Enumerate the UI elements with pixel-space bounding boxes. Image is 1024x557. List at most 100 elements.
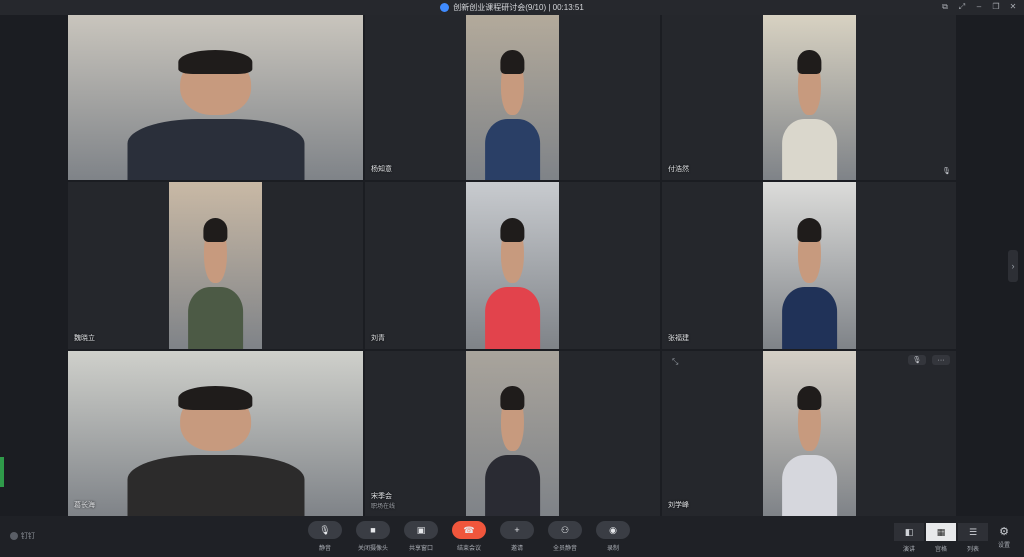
participant-name: 刘青 (371, 335, 385, 342)
participant-name: 魏晓立 (74, 335, 95, 342)
next-page-arrow-icon[interactable]: › (1008, 250, 1018, 282)
mic-icon[interactable]: 🎙 (908, 355, 926, 365)
camera-off-label: 关闭摄像头 (357, 546, 388, 552)
video-tile-1[interactable] (68, 15, 363, 180)
video-tile-4[interactable]: 魏晓立 (68, 182, 363, 349)
participant-figure (484, 381, 541, 516)
share-window-label: 共享窗口 (408, 546, 433, 552)
settings-button[interactable]: ⚙ 设置 (992, 525, 1016, 549)
mic-icon: 🎙 (308, 521, 342, 539)
video-tile-3[interactable]: 付浩然 🎙 (662, 15, 956, 180)
brand: 钉钉 (10, 531, 35, 541)
speaker-view-icon: ◧ (894, 523, 924, 541)
list-view-icon: ☰ (958, 523, 988, 541)
participant-torso (187, 287, 244, 349)
participant-torso (127, 119, 304, 180)
meeting-toolbar: 钉钉 🎙 静音 ■ 关闭摄像头 ▣ 共享窗口 ☎ 结束会议 + 邀请 ⚇ 全员静… (0, 516, 1024, 557)
video-grid: 杨知意 付浩然 🎙 魏晓立 刘青 张福建 葛长海 宋季会 职场在线 ⤡ 🎙 ··… (68, 15, 956, 516)
end-meeting-button[interactable]: ☎ 结束会议 (452, 521, 486, 552)
expand-icon[interactable]: ⤡ (672, 357, 678, 367)
settings-label: 设置 (997, 543, 1010, 549)
participant-figure (127, 381, 304, 516)
fullscreen-icon[interactable]: ⤢ (957, 2, 967, 12)
gear-icon: ⚙ (999, 526, 1009, 538)
meeting-title: 创新创业课程研讨会(9/10) | 00:13:51 (453, 3, 584, 12)
mute-all-label: 全员静音 (552, 546, 577, 552)
participant-hair (797, 217, 822, 243)
grid-view-button[interactable]: ▦ 宫格 (926, 523, 956, 553)
more-icon[interactable]: ··· (932, 355, 950, 365)
video-tile-5[interactable]: 刘青 (365, 182, 660, 349)
participant-video (68, 351, 363, 516)
participant-hair (500, 50, 525, 75)
pin-icon[interactable]: ⧉ (940, 2, 950, 12)
mute-all-icon: ⚇ (548, 521, 582, 539)
participant-name: 杨知意 (371, 166, 392, 173)
participant-torso (484, 287, 541, 349)
record-label: 录制 (606, 546, 619, 552)
participant-hair (203, 217, 228, 243)
participant-hair (797, 386, 822, 411)
mute-label: 静音 (318, 546, 331, 552)
brand-label: 钉钉 (21, 533, 35, 540)
participant-video (169, 182, 262, 349)
video-tile-8[interactable]: 宋季会 职场在线 (365, 351, 660, 516)
participant-hair (797, 50, 822, 75)
title-bar: 创新创业课程研讨会(9/10) | 00:13:51 ⧉ ⤢ – ❐ ✕ (0, 0, 1024, 15)
participant-torso (127, 455, 304, 516)
record-button[interactable]: ◉ 录制 (596, 521, 630, 552)
tile-tools: 🎙 ··· (908, 355, 950, 365)
mute-button[interactable]: 🎙 静音 (308, 521, 342, 552)
participant-figure (781, 212, 838, 349)
participant-hair (178, 386, 253, 411)
share-window-button[interactable]: ▣ 共享窗口 (404, 521, 438, 552)
participant-figure (187, 212, 244, 349)
participant-name: 付浩然 (668, 166, 689, 173)
meeting-controls: 🎙 静音 ■ 关闭摄像头 ▣ 共享窗口 ☎ 结束会议 + 邀请 ⚇ 全员静音 ◉… (308, 521, 630, 552)
participant-video (466, 15, 559, 180)
participant-name: 宋季会 职场在线 (371, 491, 395, 510)
participant-torso (781, 119, 838, 180)
list-view-label: 列表 (966, 547, 979, 553)
participant-hair (500, 386, 525, 411)
participant-figure (127, 45, 304, 180)
participant-figure (484, 45, 541, 180)
invite-button[interactable]: + 邀请 (500, 521, 534, 552)
participant-figure (781, 45, 838, 180)
participant-video (763, 182, 856, 349)
video-tile-2[interactable]: 杨知意 (365, 15, 660, 180)
list-view-button[interactable]: ☰ 列表 (958, 523, 988, 553)
participant-video (466, 182, 559, 349)
participant-video (763, 351, 856, 516)
camera-icon: ■ (356, 521, 390, 539)
video-tile-6[interactable]: 张福建 (662, 182, 956, 349)
participant-figure (781, 381, 838, 516)
video-tile-7[interactable]: 葛长海 (68, 351, 363, 516)
end-meeting-label: 结束会议 (456, 546, 481, 552)
restore-icon[interactable]: ❐ (991, 2, 1001, 12)
view-switcher: ◧ 演讲 ▦ 宫格 ☰ 列表 (894, 523, 988, 553)
participant-name: 葛长海 (74, 502, 95, 509)
participant-torso (484, 455, 541, 516)
participant-video (466, 351, 559, 516)
camera-off-button[interactable]: ■ 关闭摄像头 (356, 521, 390, 552)
video-tile-9[interactable]: ⤡ 🎙 ··· 刘学峰 (662, 351, 956, 516)
close-icon[interactable]: ✕ (1008, 2, 1018, 12)
participant-name: 刘学峰 (668, 502, 689, 509)
speaker-view-button[interactable]: ◧ 演讲 (894, 523, 924, 553)
speaker-view-label: 演讲 (902, 547, 915, 553)
participant-subtitle: 职场在线 (371, 504, 396, 510)
window-controls: ⧉ ⤢ – ❐ ✕ (940, 2, 1018, 12)
participant-name: 张福建 (668, 335, 689, 342)
audio-level-indicator (0, 457, 4, 487)
brand-logo-icon (10, 532, 18, 540)
participant-video (68, 15, 363, 180)
mic-status-icon: 🎙 (942, 168, 951, 175)
grid-view-icon: ▦ (926, 523, 956, 541)
minimize-icon[interactable]: – (974, 2, 984, 12)
participant-figure (484, 212, 541, 349)
participant-torso (781, 287, 838, 349)
invite-label: 邀请 (510, 546, 523, 552)
participant-hair (178, 50, 253, 75)
mute-all-button[interactable]: ⚇ 全员静音 (548, 521, 582, 552)
